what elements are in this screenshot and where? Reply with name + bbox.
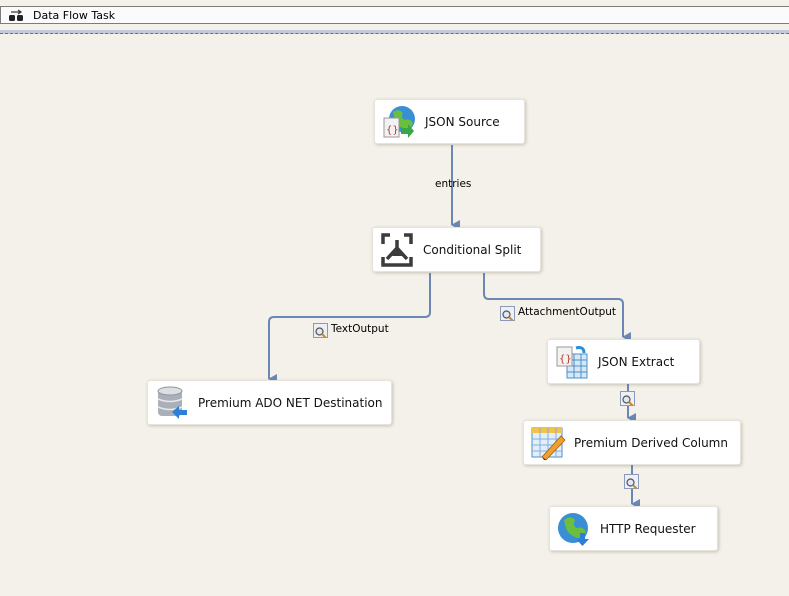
- component-json-extract[interactable]: {} JSON Extract: [547, 339, 700, 384]
- derived-column-icon: [531, 427, 566, 461]
- database-destination-icon: [157, 386, 187, 419]
- designer-tab-bar: Data Flow Task: [0, 6, 789, 24]
- svg-text:{}: {}: [559, 354, 572, 365]
- conditional-split-icon: [381, 233, 413, 267]
- data-viewer-icon[interactable]: [500, 306, 515, 322]
- json-source-icon: {}: [383, 106, 415, 138]
- data-flow-canvas[interactable]: entries TextOutput AttachmentOutput {} J…: [0, 35, 789, 596]
- json-extract-icon: {}: [556, 346, 588, 379]
- data-viewer-icon[interactable]: [620, 391, 635, 407]
- component-derived-column[interactable]: Premium Derived Column: [523, 420, 741, 465]
- data-viewer-icon[interactable]: [624, 474, 639, 490]
- component-label: HTTP Requester: [600, 521, 696, 536]
- flow-label-attachmentoutput[interactable]: AttachmentOutput: [518, 306, 616, 318]
- component-label: JSON Source: [425, 114, 500, 129]
- flow-label-textoutput[interactable]: TextOutput: [331, 323, 389, 335]
- component-json-source[interactable]: {} JSON Source: [374, 99, 525, 144]
- flow-path-attachmentoutput[interactable]: [483, 273, 631, 342]
- flow-label-entries[interactable]: entries: [435, 178, 471, 190]
- component-label: Premium ADO NET Destination: [198, 395, 383, 410]
- data-viewer-icon[interactable]: [313, 323, 328, 339]
- component-ado-net-destination[interactable]: Premium ADO NET Destination: [147, 380, 392, 425]
- component-http-requester[interactable]: HTTP Requester: [549, 506, 718, 551]
- component-label: Conditional Split: [423, 242, 522, 257]
- http-requester-icon: [558, 513, 589, 546]
- data-flow-task-icon: [9, 9, 23, 21]
- component-label: JSON Extract: [598, 354, 675, 369]
- svg-text:{}: {}: [386, 125, 399, 136]
- component-label: Premium Derived Column: [574, 435, 728, 450]
- window-title: Data Flow Task: [33, 9, 116, 22]
- header-separator: [0, 30, 789, 34]
- component-conditional-split[interactable]: Conditional Split: [372, 227, 541, 272]
